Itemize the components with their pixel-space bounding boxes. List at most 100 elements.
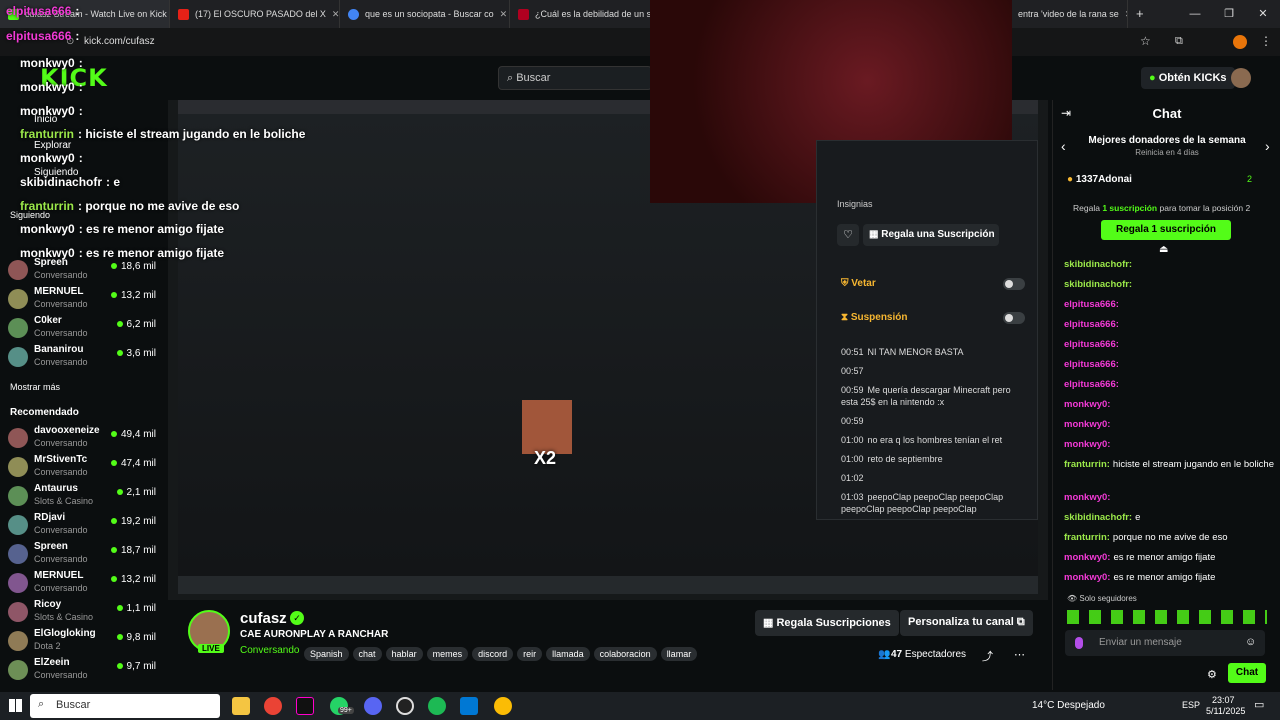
chrome-icon[interactable] xyxy=(264,697,282,715)
profile-icon[interactable] xyxy=(1233,35,1247,49)
chrome-secondary-icon[interactable] xyxy=(494,697,512,715)
sidebar-channel[interactable]: Antaurus Slots & Casino 2,1 mil xyxy=(8,482,160,510)
chat-username[interactable]: monkwy0: xyxy=(1064,572,1110,583)
extensions-icon[interactable]: ⧉ xyxy=(1175,35,1183,48)
stream-category[interactable]: Conversando xyxy=(240,645,299,656)
taskbar-search[interactable]: ⌕ Buscar xyxy=(30,694,220,718)
chat-username[interactable]: monkwy0: xyxy=(1064,552,1110,563)
sidebar-channel[interactable]: C0ker Conversando 6,2 mil xyxy=(8,314,160,342)
obtain-kicks-button[interactable]: ● Obtén KICKs xyxy=(1141,67,1235,89)
emoji-icon[interactable]: ☺ xyxy=(1245,636,1256,648)
maximize-icon[interactable]: ❐ xyxy=(1212,0,1246,28)
file-explorer-icon[interactable] xyxy=(232,697,250,715)
close-tab-icon[interactable]: ✕ xyxy=(1125,9,1127,20)
stream-tag[interactable]: hablar xyxy=(385,647,423,661)
tiktok-icon[interactable] xyxy=(296,697,314,715)
more-icon[interactable]: ⋯ xyxy=(1014,648,1025,661)
log-message: NI TAN MENOR BASTA xyxy=(867,347,964,357)
mic-icon[interactable] xyxy=(1075,637,1083,649)
discord-icon[interactable] xyxy=(364,697,382,715)
nav-explore[interactable]: Explorar xyxy=(34,140,71,151)
sidebar-channel[interactable]: RDjavi Conversando 19,2 mil xyxy=(8,511,160,539)
menu-kebab-icon[interactable]: ⋮ xyxy=(1260,34,1272,48)
weather-text[interactable]: 14°C Despejado xyxy=(1032,700,1105,711)
chat-username[interactable]: elpitusa666: xyxy=(1064,339,1119,350)
chat-input[interactable]: Enviar un mensaje xyxy=(1065,630,1265,656)
sidebar-channel[interactable]: ElZeein Conversando 9,7 mil xyxy=(8,656,160,684)
user-avatar[interactable] xyxy=(1231,68,1251,88)
customize-channel-button[interactable]: Personaliza tu canal ⧉ xyxy=(900,610,1033,636)
chat-username[interactable]: elpitusa666: xyxy=(1064,359,1119,370)
chat-username[interactable]: skibidinachofr: xyxy=(1064,512,1132,523)
chat-username[interactable]: elpitusa666: xyxy=(1064,299,1119,310)
windows-start-icon[interactable] xyxy=(9,699,22,712)
gift-one-sub-button[interactable]: Regala 1 suscripción xyxy=(1101,220,1231,240)
browser-tab[interactable]: que es un sociopata - Buscar co ✕ xyxy=(340,0,510,28)
stream-tag[interactable]: memes xyxy=(426,647,469,661)
gift-subscriptions-button[interactable]: ▦ Regala Suscripciones xyxy=(755,610,899,636)
chat-username[interactable]: franturrin: xyxy=(1064,532,1110,543)
show-more-link[interactable]: Mostrar más xyxy=(10,382,60,392)
gift-sub-button[interactable]: ▦ Regala una Suscripción xyxy=(863,224,999,246)
chat-username[interactable]: monkwy0: xyxy=(1064,399,1110,410)
browser-tab[interactable]: entra 'video de la rana se✕ xyxy=(1010,0,1128,28)
app-icon[interactable] xyxy=(460,697,478,715)
chat-username[interactable]: elpitusa666: xyxy=(1064,379,1119,390)
chat-username[interactable]: monkwy0: xyxy=(1064,419,1110,430)
language-indicator[interactable]: ESP xyxy=(1182,700,1200,710)
obs-icon[interactable] xyxy=(396,697,414,715)
chat-username[interactable]: monkwy0: xyxy=(1064,492,1110,503)
sidebar-channel[interactable]: MERNUEL Conversando 13,2 mil xyxy=(8,285,160,313)
chat-username[interactable]: skibidinachofr: xyxy=(1064,259,1132,270)
stream-tag[interactable]: chat xyxy=(352,647,382,661)
sidebar-channel[interactable]: Ricoy Slots & Casino 1,1 mil xyxy=(8,598,160,626)
collapse-donors-icon[interactable]: ⏏ xyxy=(1159,244,1168,255)
browser-tab[interactable]: (17) El OSCURO PASADO del X ✕ xyxy=(170,0,340,28)
minimize-icon[interactable]: — xyxy=(1178,0,1212,28)
sidebar-channel[interactable]: Spreen Conversando 18,6 mil xyxy=(8,256,160,284)
stream-tag[interactable]: llamada xyxy=(546,647,590,661)
log-time: 01:03 xyxy=(841,492,864,502)
sidebar-channel[interactable]: Spreen Conversando 18,7 mil xyxy=(8,540,160,568)
close-tab-icon[interactable]: ✕ xyxy=(332,9,339,20)
new-tab-button[interactable]: + xyxy=(1136,6,1144,21)
spotify-icon[interactable] xyxy=(428,697,446,715)
share-icon[interactable]: ⤴ xyxy=(982,648,993,664)
stream-tag[interactable]: discord xyxy=(472,647,514,661)
chat-username[interactable]: monkwy0: xyxy=(1064,439,1110,450)
streamer-name[interactable]: cufasz xyxy=(240,610,287,627)
close-tab-icon[interactable]: ✕ xyxy=(500,9,508,20)
stream-tag[interactable]: Spanish xyxy=(304,647,349,661)
chat-send-button[interactable]: Chat xyxy=(1228,663,1266,683)
next-arrow-icon[interactable]: › xyxy=(1265,138,1270,154)
sidebar-channel[interactable]: MrStivenTc Conversando 47,4 mil xyxy=(8,453,160,481)
channel-category: Slots & Casino xyxy=(34,612,94,622)
sidebar-channel[interactable]: ElGlogloking Dota 2 9,8 mil xyxy=(8,627,160,655)
clock-date[interactable]: 5/11/2025 xyxy=(1206,706,1245,716)
stream-title: CAE AURONPLAY A RANCHAR xyxy=(240,629,389,640)
log-entry: 01:02 xyxy=(841,472,1021,484)
suspension-toggle[interactable] xyxy=(1003,312,1025,324)
veto-toggle[interactable] xyxy=(1003,278,1025,290)
close-window-icon[interactable]: ✕ xyxy=(1246,0,1280,28)
stream-tag[interactable]: colaboracion xyxy=(593,647,657,661)
sidebar-channel[interactable]: davooxeneize Conversando 49,4 mil xyxy=(8,424,160,452)
url-text[interactable]: kick.com/cufasz xyxy=(84,36,155,47)
stream-tag[interactable]: llamar xyxy=(660,647,698,661)
chat-username[interactable]: elpitusa666: xyxy=(1064,319,1119,330)
bookmark-star-icon[interactable]: ☆ xyxy=(1140,34,1151,48)
chat-username[interactable]: franturrin: xyxy=(1064,459,1110,470)
search-input[interactable]: ⌕ Buscar xyxy=(498,66,652,90)
clock-time[interactable]: 23:07 xyxy=(1212,695,1235,705)
chat-message: monkwy0: xyxy=(1064,399,1113,410)
chat-message: monkwy0: xyxy=(1064,439,1113,450)
log-message: reto de septiembre xyxy=(867,454,943,464)
follow-heart-button[interactable]: ♡ xyxy=(837,224,859,246)
settings-icon[interactable]: ⚙ xyxy=(1207,668,1217,681)
sidebar-channel[interactable]: MERNUEL Conversando 13,2 mil xyxy=(8,569,160,597)
sidebar-channel[interactable]: Bananirou Conversando 3,6 mil xyxy=(8,343,160,371)
stream-tag[interactable]: reir xyxy=(517,647,543,661)
notification-icon[interactable]: ▭ xyxy=(1254,698,1264,711)
chat-username[interactable]: skibidinachofr: xyxy=(1064,279,1132,290)
overlay-chat-message: elpitusa666: xyxy=(6,29,79,43)
